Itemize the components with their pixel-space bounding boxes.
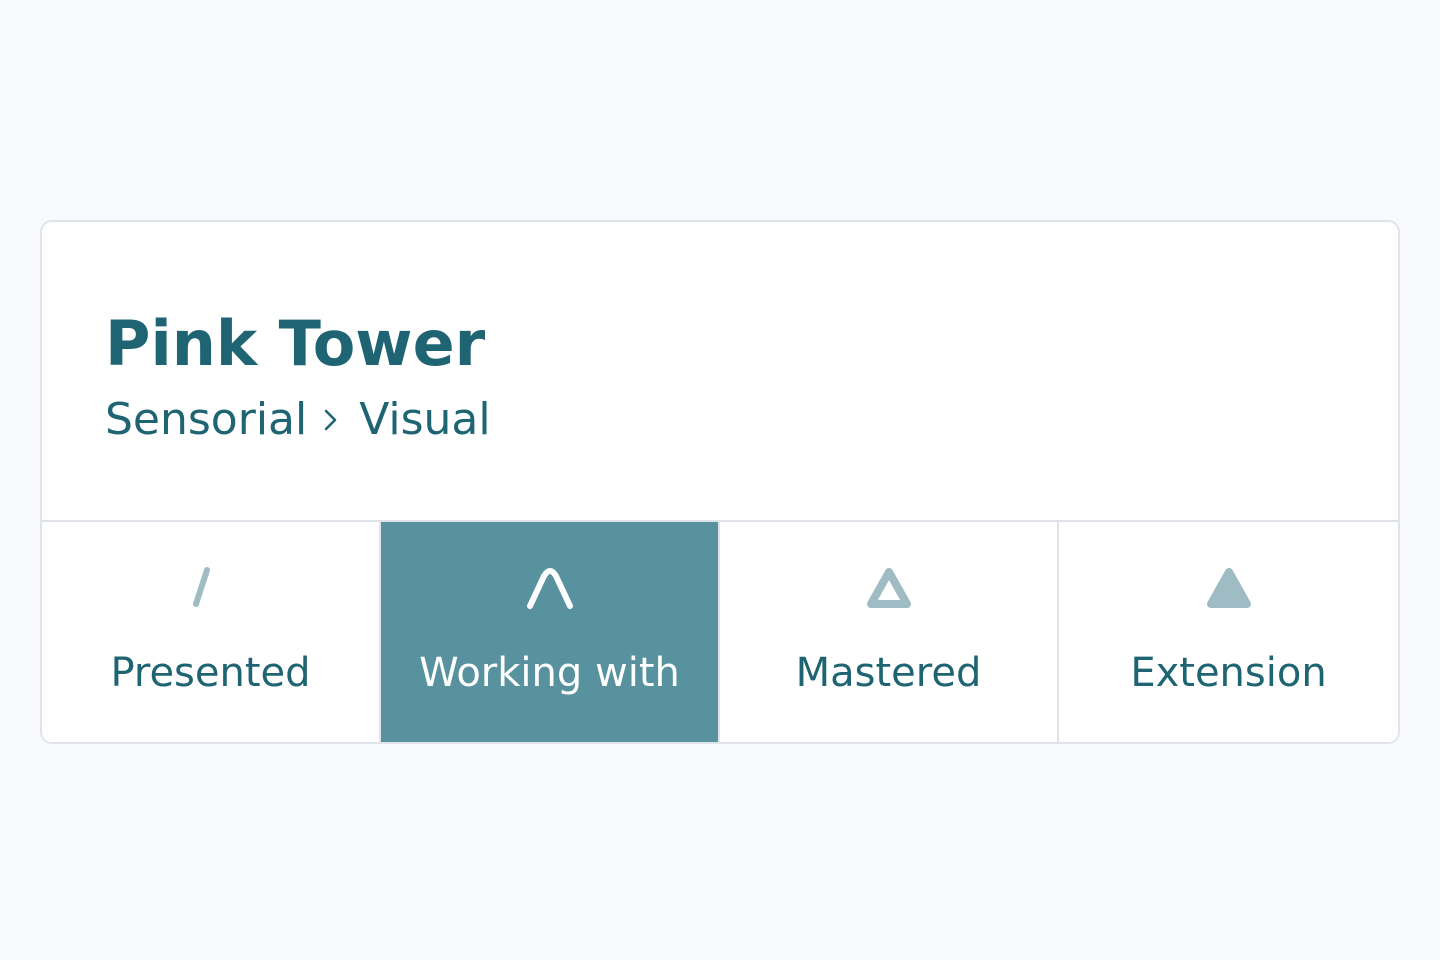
status-button-presented[interactable]: Presented <box>42 522 381 742</box>
breadcrumb-area: Sensorial <box>105 394 308 445</box>
status-label-mastered: Mastered <box>795 650 982 696</box>
breadcrumb: Sensorial Visual <box>105 392 491 448</box>
status-button-working-with[interactable]: Working with <box>381 522 720 742</box>
two-stroke-triangle-icon <box>526 568 573 609</box>
status-label-extension: Extension <box>1130 650 1327 696</box>
status-label-working-with: Working with <box>419 650 680 696</box>
breadcrumb-subarea: Visual <box>359 394 491 445</box>
lesson-header: Pink Tower Sensorial Visual <box>42 222 1398 520</box>
one-stroke-triangle-icon <box>192 567 210 607</box>
lesson-card: Pink Tower Sensorial Visual Presented Wo… <box>40 220 1400 744</box>
status-button-extension[interactable]: Extension <box>1059 522 1398 742</box>
outline-triangle-icon <box>866 568 911 608</box>
chevron-right-icon <box>323 407 339 433</box>
lesson-title: Pink Tower <box>105 307 486 380</box>
filled-triangle-icon <box>1206 568 1251 608</box>
status-button-mastered[interactable]: Mastered <box>720 522 1059 742</box>
progress-status-selector: Presented Working with Mastered Extensio… <box>42 520 1398 742</box>
status-label-presented: Presented <box>110 650 311 696</box>
